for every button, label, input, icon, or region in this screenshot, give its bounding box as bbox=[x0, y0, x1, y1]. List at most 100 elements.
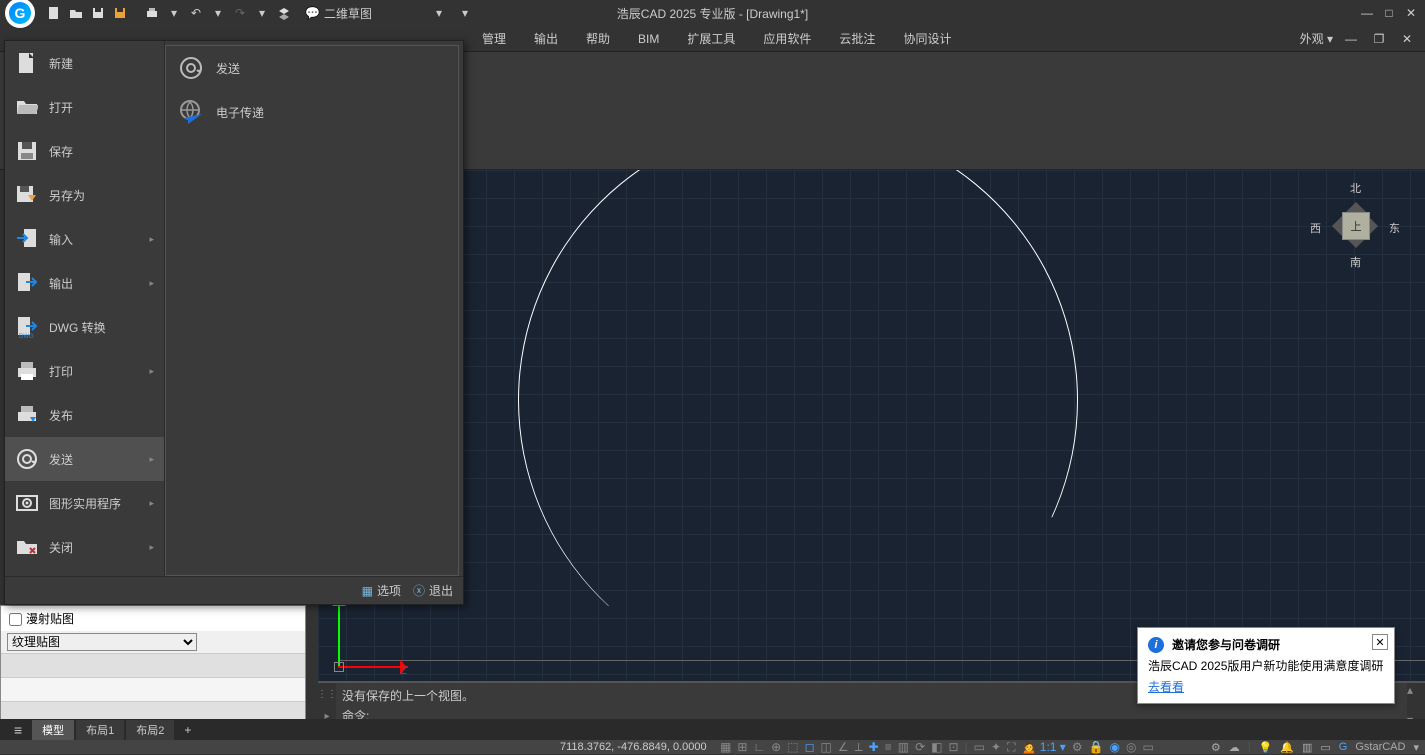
menu-print[interactable]: 打印 ▸ bbox=[5, 349, 164, 393]
ribbon-tab[interactable]: 管理 bbox=[480, 26, 508, 51]
clean-screen-icon[interactable]: ▭ bbox=[1143, 740, 1154, 754]
coordinates-readout[interactable]: 7118.3762, -476.8849, 0.0000 bbox=[560, 741, 707, 753]
undo-icon[interactable]: ↶ bbox=[187, 4, 205, 22]
lock-ui-icon[interactable]: 🔒 bbox=[1089, 740, 1104, 754]
minimize-icon[interactable]: — bbox=[1357, 4, 1377, 22]
ribbon-tab[interactable]: 帮助 bbox=[584, 26, 612, 51]
model-button[interactable]: ▭ bbox=[974, 740, 985, 754]
menu-import[interactable]: 输入 ▸ bbox=[5, 217, 164, 261]
ortho-toggle-icon[interactable]: ∟ bbox=[753, 740, 765, 754]
workspace-switch-icon[interactable]: ⚙ bbox=[1072, 740, 1083, 754]
close-icon[interactable]: ✕ bbox=[1401, 4, 1421, 22]
menu-save[interactable]: 保存 bbox=[5, 129, 164, 173]
transparency-toggle-icon[interactable]: ▥ bbox=[898, 740, 909, 754]
hardware-accel-icon[interactable]: ◉ bbox=[1110, 740, 1120, 754]
menu-saveas[interactable]: 另存为 bbox=[5, 173, 164, 217]
ribbon-tab[interactable]: 输出 bbox=[532, 26, 560, 51]
bulb-icon[interactable]: 💡 bbox=[1259, 741, 1273, 754]
options-button[interactable]: ▦ 选项 bbox=[362, 582, 401, 599]
scroll-up-icon[interactable]: ▴ bbox=[1407, 683, 1425, 697]
print-dropdown-icon[interactable]: ▾ bbox=[165, 4, 183, 22]
redo-dropdown-icon[interactable]: ▾ bbox=[253, 4, 271, 22]
submenu-send[interactable]: 发送 bbox=[166, 46, 458, 90]
anno-vis-icon[interactable]: ✦ bbox=[991, 740, 1001, 754]
anno-scale[interactable]: 🙍 1:1 ▾ bbox=[1021, 740, 1065, 754]
app-logo[interactable]: G bbox=[5, 0, 35, 28]
appearance-dropdown[interactable]: 外观 ▾ bbox=[1300, 30, 1333, 47]
menu-send-label: 发送 bbox=[49, 451, 73, 468]
panel-stripe bbox=[1, 653, 305, 677]
print-icon[interactable] bbox=[143, 4, 161, 22]
layers-icon[interactable] bbox=[275, 4, 293, 22]
maximize-icon[interactable]: □ bbox=[1379, 4, 1399, 22]
magnify-toggle-icon[interactable]: ⊡ bbox=[948, 740, 958, 754]
doc-close-icon[interactable]: ✕ bbox=[1397, 30, 1417, 48]
popup-link[interactable]: 去看看 bbox=[1148, 678, 1184, 695]
otrack-toggle-icon[interactable]: ∠ bbox=[838, 740, 849, 754]
viewcube-tri-w[interactable] bbox=[1322, 216, 1342, 236]
open-file-icon[interactable] bbox=[67, 4, 85, 22]
print-icon bbox=[15, 359, 39, 383]
diffuse-map-checkbox[interactable]: 漫射贴图 bbox=[9, 612, 74, 626]
viewcube-tri-e[interactable] bbox=[1368, 216, 1388, 236]
ducs-toggle-icon[interactable]: ⟂ bbox=[855, 740, 863, 755]
cycle-toggle-icon[interactable]: ⟳ bbox=[915, 740, 925, 754]
menu-close[interactable]: 关闭 ▸ bbox=[5, 525, 164, 569]
polar-toggle-icon[interactable]: ⊕ bbox=[771, 740, 781, 754]
texture-map-select[interactable]: 纹理贴图 bbox=[7, 633, 197, 651]
layout1-tab[interactable]: 布局1 bbox=[76, 720, 124, 740]
tray-icon[interactable]: ▥ bbox=[1302, 741, 1312, 754]
notify-icon[interactable]: 🔔 bbox=[1280, 741, 1294, 754]
save-icon bbox=[15, 139, 39, 163]
layout2-tab[interactable]: 布局2 bbox=[126, 720, 174, 740]
qat-customize-icon[interactable]: ▾ bbox=[456, 4, 474, 22]
tray-dropdown-icon[interactable]: ▾ bbox=[1413, 741, 1419, 754]
ribbon-tab[interactable]: 应用软件 bbox=[761, 26, 813, 51]
submenu-etransmit-label: 电子传递 bbox=[216, 104, 264, 121]
cloud-icon[interactable]: ☁ bbox=[1229, 741, 1240, 754]
doc-restore-icon[interactable]: ❐ bbox=[1369, 30, 1389, 48]
drawing-canvas[interactable]: Z 上 北 南 东 西 bbox=[318, 170, 1425, 681]
brand-icon[interactable]: G bbox=[1339, 741, 1348, 753]
popup-close-icon[interactable]: ✕ bbox=[1372, 634, 1388, 650]
menu-publish[interactable]: 发布 bbox=[5, 393, 164, 437]
snap-toggle-icon[interactable]: ⊞ bbox=[737, 740, 747, 754]
isolate-icon[interactable]: ◎ bbox=[1126, 740, 1136, 754]
menu-dwg-convert[interactable]: DWG DWG 转换 bbox=[5, 305, 164, 349]
layout-menu-icon[interactable]: ≡ bbox=[6, 720, 30, 740]
3dosnap-toggle-icon[interactable]: ◫ bbox=[821, 740, 832, 754]
anno-auto-icon[interactable]: ⛶ bbox=[1007, 740, 1015, 755]
submenu-etransmit[interactable]: 电子传递 bbox=[166, 90, 458, 134]
ribbon-tab[interactable]: 协同设计 bbox=[901, 26, 953, 51]
qp-toggle-icon[interactable]: ◧ bbox=[931, 740, 942, 754]
workspace-selector[interactable]: 💬 二维草图 ▾ bbox=[305, 5, 442, 22]
model-tab[interactable]: 模型 bbox=[32, 720, 74, 740]
osnap-toggle-icon[interactable]: ◻ bbox=[805, 740, 815, 754]
isoplane-toggle-icon[interactable]: ⬚ bbox=[787, 740, 798, 754]
settings-gear-icon[interactable]: ⚙ bbox=[1211, 741, 1221, 754]
workspace-label: 二维草图 bbox=[324, 5, 372, 22]
saveas-icon[interactable] bbox=[111, 4, 129, 22]
dyn-toggle-icon[interactable]: ✚ bbox=[869, 740, 879, 754]
tray-expand-icon[interactable]: ▭ bbox=[1320, 741, 1330, 754]
new-file-icon[interactable] bbox=[45, 4, 63, 22]
grid-toggle-icon[interactable]: ▦ bbox=[720, 740, 731, 754]
menu-open[interactable]: 打开 bbox=[5, 85, 164, 129]
menu-send[interactable]: 发送 ▸ bbox=[5, 437, 164, 481]
ribbon-tab[interactable]: BIM bbox=[636, 28, 661, 50]
view-cube[interactable]: 上 北 南 东 西 bbox=[1310, 180, 1400, 270]
add-layout-icon[interactable]: + bbox=[176, 721, 199, 739]
redo-icon[interactable]: ↷ bbox=[231, 4, 249, 22]
exit-button[interactable]: ⓧ 退出 bbox=[413, 582, 453, 599]
undo-dropdown-icon[interactable]: ▾ bbox=[209, 4, 227, 22]
viewcube-top[interactable]: 上 bbox=[1342, 212, 1370, 240]
menu-new[interactable]: 新建 bbox=[5, 41, 164, 85]
ribbon-tab[interactable]: 扩展工具 bbox=[685, 26, 737, 51]
lwt-toggle-icon[interactable]: ≡ bbox=[885, 740, 892, 754]
menu-drawing-utilities[interactable]: 图形实用程序 ▸ bbox=[5, 481, 164, 525]
menu-export[interactable]: 输出 ▸ bbox=[5, 261, 164, 305]
doc-minimize-icon[interactable]: — bbox=[1341, 30, 1361, 48]
save-icon[interactable] bbox=[89, 4, 107, 22]
ribbon-tab[interactable]: 云批注 bbox=[837, 26, 877, 51]
window-controls: — □ ✕ bbox=[1357, 4, 1421, 22]
